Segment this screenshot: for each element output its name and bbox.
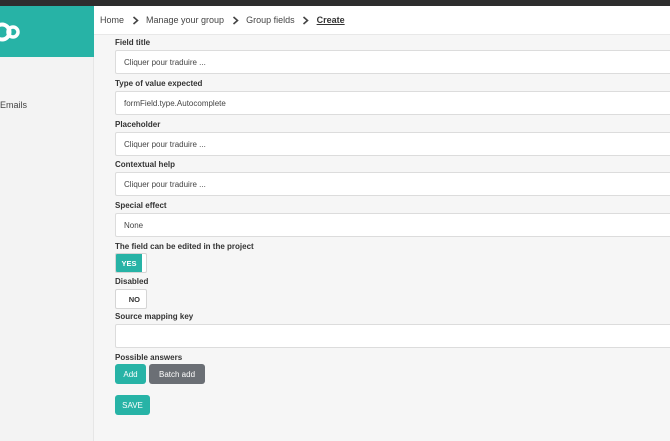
editable-label: The field can be edited in the project (115, 242, 254, 251)
value-type-label: Type of value expected (115, 79, 203, 88)
batch-add-button[interactable]: Batch add (149, 364, 205, 384)
brand-logo-icon (0, 22, 20, 42)
disabled-label: Disabled (115, 277, 149, 286)
breadcrumb: Home Manage your group Group fields Crea… (94, 6, 670, 35)
field-title-label: Field title (115, 38, 151, 47)
breadcrumb-group-fields[interactable]: Group fields (246, 15, 295, 25)
chevron-right-icon (295, 15, 317, 25)
chevron-right-icon (124, 15, 146, 25)
source-mapping-key-input[interactable] (115, 324, 670, 348)
toggle-yes-state: YES (116, 254, 142, 272)
value-type-field[interactable]: formField.type.Autocomplete (115, 91, 670, 115)
source-mapping-key-label: Source mapping key (115, 312, 194, 321)
breadcrumb-home[interactable]: Home (100, 15, 124, 25)
special-effect-select[interactable]: None (115, 213, 670, 237)
contextual-help-label: Contextual help (115, 160, 176, 169)
logo-block[interactable] (0, 6, 94, 57)
special-effect-label: Special effect (115, 201, 167, 210)
breadcrumb-manage-group[interactable]: Manage your group (146, 15, 224, 25)
sidebar-item-label: Emails (0, 100, 28, 110)
possible-answers-label: Possible answers (115, 353, 183, 362)
sidebar: Emails (0, 6, 94, 441)
placeholder-label: Placeholder (115, 120, 161, 129)
chevron-right-icon (224, 15, 246, 25)
placeholder-input[interactable]: Cliquer pour traduire ... (115, 132, 670, 156)
sidebar-item-emails[interactable]: Emails (0, 100, 27, 110)
breadcrumb-current[interactable]: Create (317, 15, 345, 25)
main-content: Home Manage your group Group fields Crea… (94, 6, 670, 441)
disabled-toggle[interactable]: NO (115, 289, 147, 309)
editable-toggle[interactable]: YES (115, 253, 147, 273)
add-answer-button[interactable]: Add (115, 364, 146, 384)
field-title-input[interactable]: Cliquer pour traduire ... (115, 50, 670, 74)
save-button[interactable]: SAVE (115, 395, 150, 415)
contextual-help-input[interactable]: Cliquer pour traduire ... (115, 172, 670, 196)
toggle-no-state: NO (128, 294, 140, 304)
